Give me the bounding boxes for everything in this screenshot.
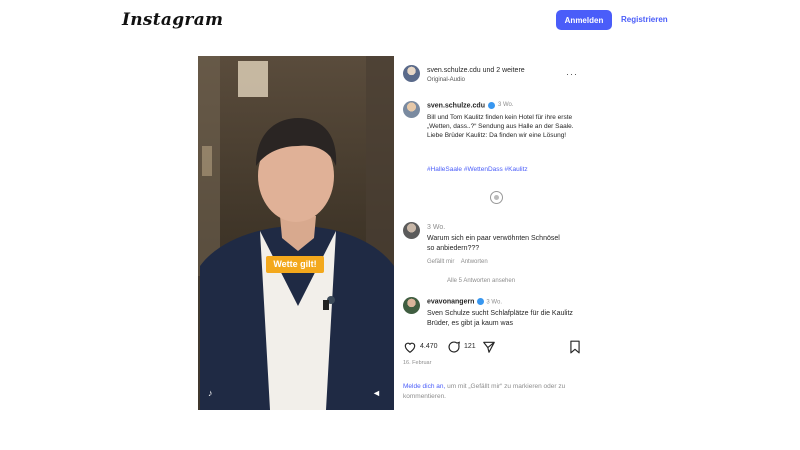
- post-video[interactable]: Wette gilt! ♪ ◄: [198, 56, 394, 410]
- verified-badge-icon: [487, 102, 495, 109]
- instagram-logo[interactable]: Instagram: [122, 10, 223, 30]
- comment-text: Sven Schulze sucht Schlafplätze für die …: [427, 310, 573, 327]
- login-button[interactable]: Anmelden: [556, 10, 612, 30]
- login-prompt: Melde dich an, um mit „Gefällt mir“ zu m…: [403, 382, 594, 402]
- verified-badge-icon: [477, 298, 485, 305]
- heart-icon[interactable]: [403, 340, 417, 354]
- comment-username[interactable]: evavonangern 3 Wo.: [427, 298, 502, 305]
- audio-icon[interactable]: ♪: [208, 388, 218, 398]
- action-bar: 4.470 121: [403, 340, 594, 354]
- like-count[interactable]: 4.470: [420, 343, 438, 350]
- comment-time: 3 Wo.: [427, 224, 446, 231]
- post-sidebar: sven.schulze.cdu und 2 weitere Original-…: [403, 56, 594, 410]
- post-container: Wette gilt! ♪ ◄ sven.schulze.cdu und 2 w…: [198, 56, 594, 410]
- caption-username[interactable]: sven.schulze.cdu: [427, 102, 495, 109]
- caption-avatar[interactable]: [403, 101, 420, 118]
- share-icon[interactable]: [482, 340, 496, 354]
- register-link[interactable]: Registrieren: [621, 15, 668, 24]
- original-audio-link[interactable]: Original-Audio: [427, 77, 465, 83]
- comment-avatar[interactable]: [403, 222, 420, 239]
- author-avatar[interactable]: [403, 65, 420, 82]
- load-more-comments-icon[interactable]: [490, 191, 503, 204]
- comment-icon[interactable]: [447, 340, 461, 354]
- comment-text: Warum sich ein paar verwöhnten Schnösel …: [427, 235, 560, 252]
- caption-hashtags[interactable]: #HalleSaale #WettenDass #Kaulitz: [427, 166, 528, 173]
- comment-avatar[interactable]: [403, 297, 420, 314]
- post-date: 16. Februar: [403, 360, 432, 366]
- video-frame: [198, 56, 394, 410]
- post-author[interactable]: sven.schulze.cdu und 2 weitere: [427, 67, 525, 74]
- bookmark-icon[interactable]: [569, 340, 581, 354]
- top-bar: Instagram Anmelden Registrieren: [0, 0, 800, 40]
- view-replies-button[interactable]: Alle 5 Antworten ansehen: [447, 278, 515, 284]
- comment-username-text[interactable]: evavonangern: [427, 298, 474, 305]
- comment-like-label[interactable]: Gefällt mir: [427, 259, 454, 265]
- comment-username[interactable]: 3 Wo.: [427, 224, 445, 231]
- more-options-icon[interactable]: ···: [566, 69, 578, 79]
- login-link[interactable]: Melde dich an,: [403, 383, 445, 390]
- caption-username-text[interactable]: sven.schulze.cdu: [427, 102, 485, 109]
- video-overlay-badge: Wette gilt!: [266, 256, 324, 273]
- caption-time: 3 Wo.: [498, 102, 514, 108]
- comment-reply-button[interactable]: Antworten: [461, 259, 488, 265]
- comment-meta: Gefällt mir Antworten: [427, 259, 488, 265]
- comment-time: 3 Wo.: [486, 299, 502, 306]
- caption-text: Bill und Tom Kaulitz finden kein Hotel f…: [427, 114, 574, 139]
- comment-count[interactable]: 121: [464, 343, 476, 350]
- mute-icon[interactable]: ◄: [372, 388, 382, 398]
